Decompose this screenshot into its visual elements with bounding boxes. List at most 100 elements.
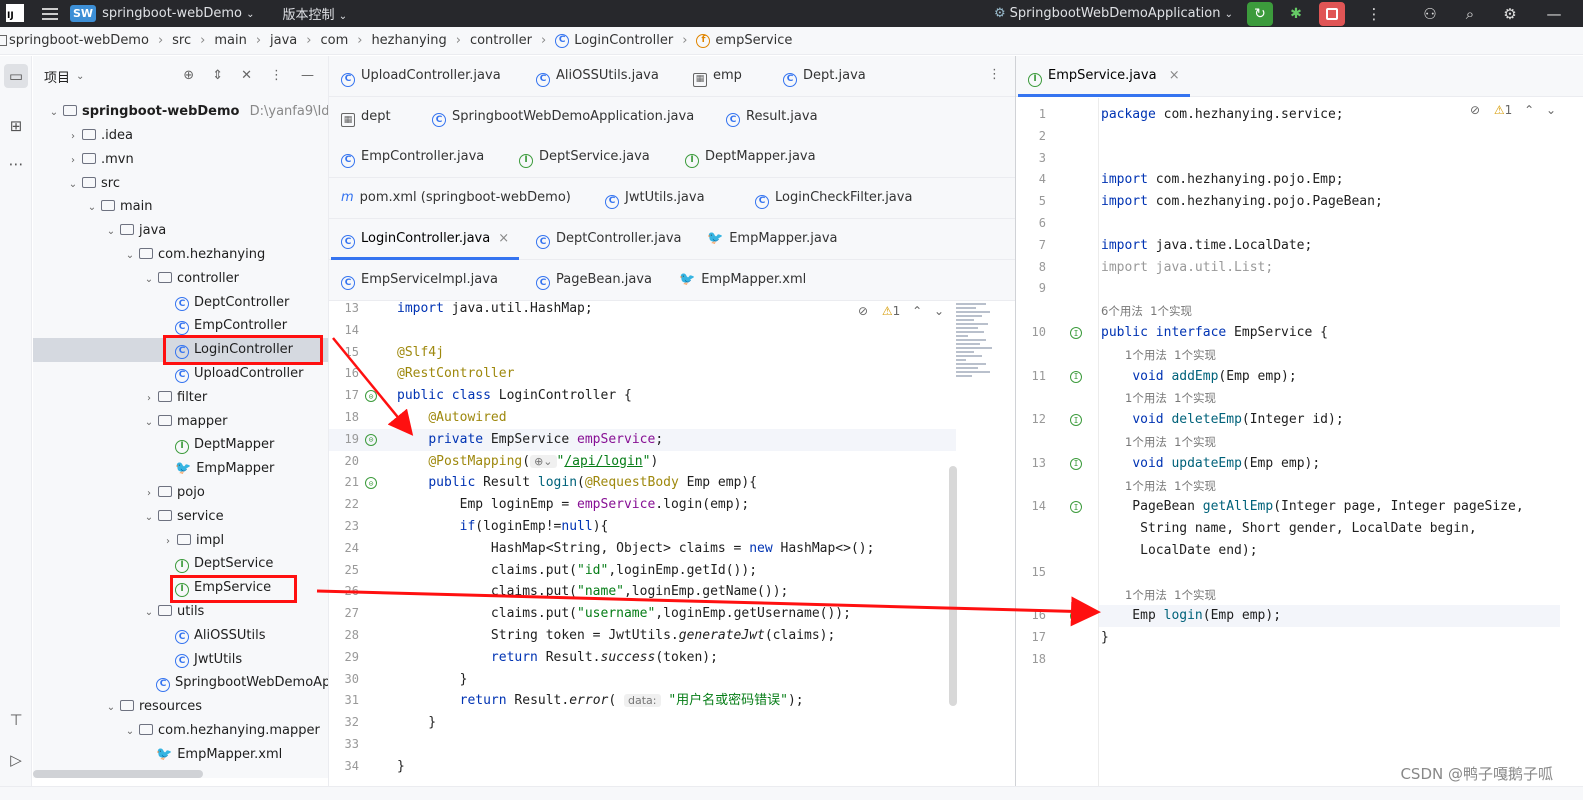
options-vertical-icon[interactable]: ⋮: [270, 68, 283, 83]
more-vertical-icon[interactable]: ⋮: [1363, 5, 1385, 23]
main-menu-icon[interactable]: [42, 7, 58, 20]
tree-item[interactable]: ⌄ mapper: [33, 410, 328, 434]
breadcrumb-item[interactable]: com: [320, 33, 348, 48]
breadcrumb-item[interactable]: empService: [715, 33, 792, 48]
tree-item[interactable]: ⌄ src: [33, 172, 328, 196]
structure-icon[interactable]: ⊞: [4, 114, 28, 138]
code-line[interactable]: void deleteEmp(Integer id);: [1101, 409, 1343, 431]
code-line[interactable]: }: [397, 756, 405, 778]
eye-off-icon[interactable]: ⊘: [858, 304, 868, 318]
tree-item[interactable]: ⌄ utils: [33, 600, 328, 624]
bean-gutter-icon[interactable]: ⊙: [365, 477, 377, 490]
inspection-widget[interactable]: ⊘ ⚠1 ⌃ ⌄: [858, 304, 944, 318]
code-line[interactable]: PageBean getAllEmp(Integer page, Integer…: [1101, 496, 1523, 518]
code-line[interactable]: claims.put("name",loginEmp.getName());: [397, 581, 788, 603]
project-tree-scrollbar[interactable]: [33, 770, 203, 778]
breadcrumb-item[interactable]: springboot-webDemo: [9, 33, 149, 48]
breadcrumb-item[interactable]: hezhanying: [371, 33, 446, 48]
tree-item[interactable]: I DeptMapper: [33, 433, 328, 457]
code-line[interactable]: @PostMapping(⊕⌄ "/api/login"): [397, 451, 658, 473]
usage-hint[interactable]: 1个用法 1个实现: [1125, 347, 1216, 363]
editor-tab[interactable]: C AliOSSUtils.java: [536, 56, 659, 96]
chevron-down-icon[interactable]: ⌄: [104, 696, 118, 720]
tree-item[interactable]: 🐦 EmpMapper: [33, 457, 328, 481]
hide-panel-icon[interactable]: —: [301, 68, 314, 83]
chevron-right-icon[interactable]: ›: [161, 530, 175, 554]
code-line[interactable]: }: [397, 712, 436, 734]
tree-item[interactable]: I DeptService: [33, 552, 328, 576]
tree-item[interactable]: C UploadController: [33, 362, 328, 386]
chevron-right-icon[interactable]: ›: [66, 125, 80, 149]
stop-button[interactable]: [1319, 1, 1345, 26]
tree-item[interactable]: › .mvn: [33, 148, 328, 172]
code-line[interactable]: LocalDate end);: [1101, 540, 1257, 562]
chevron-down-icon[interactable]: ⌄: [104, 220, 118, 244]
bean-gutter-icon[interactable]: ⊙: [365, 433, 377, 446]
editor-tab[interactable]: C Dept.java: [783, 56, 866, 96]
add-user-icon[interactable]: ⚇: [1419, 5, 1441, 23]
tree-root-row[interactable]: ⌄ springboot-webDemo D:\yanfa9\IdeaPr: [33, 100, 328, 124]
editor-tab[interactable]: C JwtUtils.java: [605, 178, 705, 218]
code-line[interactable]: import java.util.List;: [1101, 257, 1273, 279]
locate-target-icon[interactable]: ⊕: [183, 68, 194, 83]
breadcrumb-item[interactable]: java: [270, 33, 297, 48]
code-line[interactable]: String name, Short gender, LocalDate beg…: [1101, 518, 1477, 540]
chevron-down-icon[interactable]: ⌄: [142, 601, 156, 625]
editor-tab[interactable]: C PageBean.java: [536, 260, 652, 300]
more-tools-icon[interactable]: ⋯: [4, 152, 28, 176]
code-line[interactable]: private EmpService empService;: [397, 429, 663, 451]
editor-tab[interactable]: m pom.xml (springboot-webDemo): [341, 178, 571, 218]
code-line[interactable]: return Result.success(token);: [397, 647, 718, 669]
run-config-dropdown[interactable]: ⚙ SpringbootWebDemoApplication ⌄: [994, 6, 1233, 21]
code-editor-right[interactable]: 1 package com.hezhanying.service; 2 3 4 impor…: [1016, 98, 1583, 798]
editor-tab[interactable]: 🐦 EmpMapper.java: [707, 219, 838, 259]
debug-bug-icon[interactable]: ✱: [1283, 2, 1309, 26]
code-line[interactable]: claims.put("username",loginEmp.getUserna…: [397, 603, 851, 625]
tree-item[interactable]: ⌄ com.hezhanying.mapper: [33, 719, 328, 743]
chevron-down-icon[interactable]: ⌄: [123, 720, 137, 744]
editor-tab[interactable]: C LoginCheckFilter.java: [755, 178, 912, 218]
implementation-gutter-icon[interactable]: I: [1070, 610, 1082, 623]
editor-tab[interactable]: C SpringbootWebDemoApplication.java: [432, 97, 694, 137]
services-icon[interactable]: ▷: [4, 748, 28, 772]
breadcrumb-item[interactable]: controller: [470, 33, 532, 48]
breadcrumb-item[interactable]: main: [214, 33, 246, 48]
search-icon[interactable]: ⌕: [1459, 5, 1481, 23]
project-folder-icon[interactable]: ▭: [4, 64, 28, 88]
tree-item[interactable]: 🐦 EmpMapper.xml: [33, 743, 328, 767]
tabs-menu-icon[interactable]: ⋮: [988, 67, 1001, 82]
tab-empservice-java[interactable]: I EmpService.java ×: [1018, 56, 1190, 97]
minimize-window-icon[interactable]: —: [1543, 5, 1565, 23]
bean-gutter-icon[interactable]: ⊙: [365, 390, 377, 403]
chevron-down-icon[interactable]: ⌄: [66, 173, 80, 197]
rerun-button[interactable]: ↻: [1247, 1, 1273, 26]
breadcrumb-item[interactable]: LoginController: [574, 33, 673, 48]
editor-tab[interactable]: I DeptMapper.java: [685, 137, 816, 177]
project-name-dropdown[interactable]: springboot-webDemo ⌄: [102, 6, 254, 21]
tree-item[interactable]: C SpringbootWebDemoAp: [33, 671, 328, 695]
tree-item[interactable]: › pojo: [33, 481, 328, 505]
chevron-down-icon[interactable]: ⌄: [142, 268, 156, 292]
code-line[interactable]: @Autowired: [397, 407, 506, 429]
code-line[interactable]: public class LoginController {: [397, 385, 632, 407]
tree-item[interactable]: › .idea: [33, 124, 328, 148]
code-line[interactable]: void updateEmp(Emp emp);: [1101, 453, 1320, 475]
implementation-gutter-icon[interactable]: I: [1070, 327, 1082, 339]
usage-hint[interactable]: 6个用法 1个实现: [1101, 303, 1192, 319]
editor-tab[interactable]: ▦ dept: [341, 97, 391, 137]
chevron-down-icon[interactable]: ⌄: [47, 101, 61, 125]
usage-hint[interactable]: 1个用法 1个实现: [1125, 478, 1216, 494]
implementation-gutter-icon[interactable]: I: [1070, 457, 1082, 470]
code-line[interactable]: import java.time.LocalDate;: [1101, 235, 1312, 257]
chevron-down-icon[interactable]: ⌄: [76, 71, 84, 82]
tree-item[interactable]: › filter: [33, 386, 328, 410]
tree-item[interactable]: ⌄ service: [33, 505, 328, 529]
code-line[interactable]: }: [397, 669, 468, 691]
code-editor-left[interactable]: 13 import java.util.HashMap; 14 15 @Slf4j 16 @…: [329, 298, 1016, 798]
code-line[interactable]: claims.put("id",loginEmp.getId());: [397, 560, 757, 582]
tree-item[interactable]: ⌄ main: [33, 195, 328, 219]
chevron-down-icon[interactable]: ⌄: [142, 506, 156, 530]
usage-hint[interactable]: 1个用法 1个实现: [1125, 587, 1216, 603]
tree-item[interactable]: ⌄ com.hezhanying: [33, 243, 328, 267]
code-line[interactable]: if(loginEmp!=null){: [397, 516, 609, 538]
